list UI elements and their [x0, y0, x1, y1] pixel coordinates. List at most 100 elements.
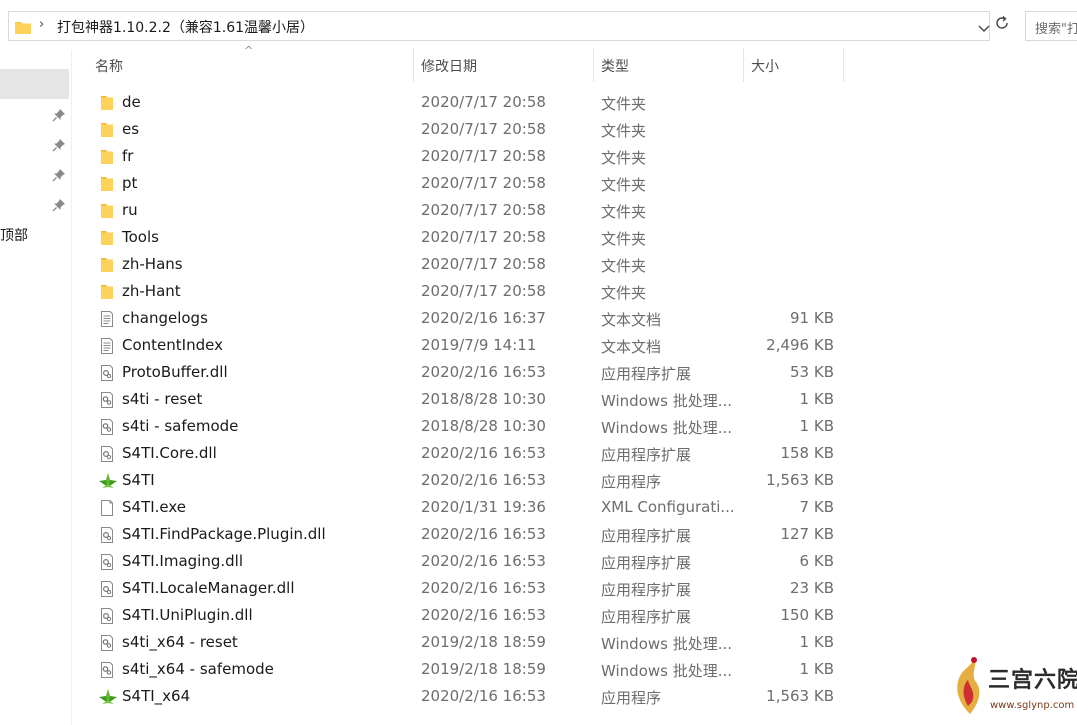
file-row[interactable]: zh-Hans 2020/7/17 20:58 文件夹	[88, 251, 848, 278]
search-placeholder: 搜索"打	[1035, 22, 1077, 37]
file-row[interactable]: s4ti - reset 2018/8/28 10:30 Windows 批处理..…	[88, 386, 848, 413]
refresh-button[interactable]	[991, 14, 1013, 38]
dll-icon	[98, 580, 116, 598]
file-size: 1 KB	[799, 417, 834, 435]
file-date: 2020/2/16 16:53	[421, 687, 546, 705]
file-date: 2020/2/16 16:53	[421, 579, 546, 597]
file-date: 2019/2/18 18:59	[421, 660, 546, 678]
folder-icon	[15, 19, 31, 38]
sort-ascending-icon: ^	[244, 44, 254, 57]
column-header-size[interactable]: 大小	[751, 56, 779, 76]
file-row[interactable]: ProtoBuffer.dll 2020/2/16 16:53 应用程序扩展 53 K…	[88, 359, 848, 386]
pin-icon[interactable]	[52, 197, 66, 212]
phoenix-logo-icon	[957, 657, 980, 714]
breadcrumb-current-folder[interactable]: 打包神器1.10.2.2（兼容1.61温馨小居）	[57, 17, 314, 37]
file-row[interactable]: S4TI 2020/2/16 16:53 应用程序 1,563 KB	[88, 467, 848, 494]
file-name: ContentIndex	[122, 336, 223, 354]
chevron-down-icon[interactable]	[977, 20, 991, 34]
column-header-name[interactable]: 名称	[95, 56, 123, 76]
pin-icon[interactable]	[52, 137, 66, 152]
file-name: zh-Hant	[122, 282, 181, 300]
file-size: 91 KB	[790, 309, 834, 327]
file-name: ProtoBuffer.dll	[122, 363, 228, 381]
file-name: fr	[122, 147, 134, 165]
file-row[interactable]: S4TI.FindPackage.Plugin.dll 2020/2/16 16:…	[88, 521, 848, 548]
column-separator[interactable]	[843, 48, 844, 82]
text-document-icon	[98, 310, 116, 328]
column-separator[interactable]	[743, 48, 744, 82]
file-row[interactable]: Tools 2020/7/17 20:58 文件夹	[88, 224, 848, 251]
file-date: 2019/2/18 18:59	[421, 633, 546, 651]
file-type: 文件夹	[601, 122, 647, 140]
file-type: 文件夹	[601, 203, 647, 221]
file-row[interactable]: S4TI.exe 2020/1/31 19:36 XML Configurati..…	[88, 494, 848, 521]
s4ti-app-icon	[98, 688, 117, 706]
file-name: S4TI.UniPlugin.dll	[122, 606, 253, 624]
file-row[interactable]: s4ti_x64 - reset 2019/2/18 18:59 Windows 批…	[88, 629, 848, 656]
breadcrumb-chevron-icon[interactable]: ›	[39, 17, 44, 32]
column-header-date[interactable]: 修改日期	[421, 56, 477, 76]
file-name: S4TI.FindPackage.Plugin.dll	[122, 525, 326, 543]
file-row[interactable]: S4TI.Core.dll 2020/2/16 16:53 应用程序扩展 158 KB	[88, 440, 848, 467]
file-size: 1,563 KB	[766, 687, 834, 705]
folder-icon	[98, 256, 116, 274]
file-date: 2020/2/16 16:53	[421, 471, 546, 489]
file-row[interactable]: s4ti_x64 - safemode 2019/2/18 18:59 Window…	[88, 656, 848, 683]
folder-icon	[98, 175, 116, 193]
file-row[interactable]: ru 2020/7/17 20:58 文件夹	[88, 197, 848, 224]
file-name: changelogs	[122, 309, 208, 327]
file-row[interactable]: es 2020/7/17 20:58 文件夹	[88, 116, 848, 143]
nav-item-label[interactable]: 顶部	[0, 225, 28, 245]
address-bar[interactable]: › 打包神器1.10.2.2（兼容1.61温馨小居）	[8, 11, 990, 41]
file-type: XML Configurati...	[601, 498, 735, 516]
file-date: 2020/2/16 16:53	[421, 525, 546, 543]
watermark-url: www.sglynp.com	[990, 700, 1075, 711]
file-row[interactable]: de 2020/7/17 20:58 文件夹	[88, 89, 848, 116]
column-separator[interactable]	[413, 48, 414, 82]
file-type: 文件夹	[601, 149, 647, 167]
file-name: pt	[122, 174, 138, 192]
nav-item-selected[interactable]	[0, 69, 69, 99]
folder-icon	[98, 229, 116, 247]
file-row[interactable]: S4TI.Imaging.dll 2020/2/16 16:53 应用程序扩展 6 K…	[88, 548, 848, 575]
file-date: 2020/2/16 16:53	[421, 363, 546, 381]
file-date: 2020/7/17 20:58	[421, 93, 546, 111]
file-type: 文件夹	[601, 176, 647, 194]
file-type: 应用程序	[601, 473, 662, 491]
file-date: 2018/8/28 10:30	[421, 390, 546, 408]
file-row[interactable]: zh-Hant 2020/7/17 20:58 文件夹	[88, 278, 848, 305]
folder-icon	[98, 148, 116, 166]
s4ti-app-icon	[98, 472, 117, 490]
column-header-type[interactable]: 类型	[601, 56, 629, 76]
file-row[interactable]: S4TI_x64 2020/2/16 16:53 应用程序 1,563 KB	[88, 683, 848, 710]
pin-icon[interactable]	[52, 107, 66, 122]
folder-icon	[98, 283, 116, 301]
file-type: 应用程序扩展	[601, 365, 692, 383]
file-date: 2020/7/17 20:58	[421, 282, 546, 300]
file-size: 53 KB	[790, 363, 834, 381]
dll-icon	[98, 445, 116, 463]
pin-icon[interactable]	[52, 167, 66, 182]
pane-divider[interactable]	[71, 50, 72, 725]
file-row[interactable]: changelogs 2020/2/16 16:37 文本文档 91 KB	[88, 305, 848, 332]
file-size: 2,496 KB	[766, 336, 834, 354]
file-size: 6 KB	[799, 552, 834, 570]
column-separator[interactable]	[593, 48, 594, 82]
dll-icon	[98, 553, 116, 571]
file-type: Windows 批处理...	[601, 635, 733, 653]
file-row[interactable]: S4TI.LocaleManager.dll 2020/2/16 16:53 应用程…	[88, 575, 848, 602]
file-type: 文件夹	[601, 284, 647, 302]
file-name: S4TI.Core.dll	[122, 444, 217, 462]
file-name: ru	[122, 201, 138, 219]
file-row[interactable]: fr 2020/7/17 20:58 文件夹	[88, 143, 848, 170]
file-type: 文件夹	[601, 230, 647, 248]
file-row[interactable]: S4TI.UniPlugin.dll 2020/2/16 16:53 应用程序扩展 1…	[88, 602, 848, 629]
file-row[interactable]: ContentIndex 2019/7/9 14:11 文本文档 2,496 KB	[88, 332, 848, 359]
file-row[interactable]: s4ti - safemode 2018/8/28 10:30 Windows 批处…	[88, 413, 848, 440]
file-type: 文本文档	[601, 338, 662, 356]
file-size: 1,563 KB	[766, 471, 834, 489]
watermark: 三宫六院 www.sglynp.com	[950, 652, 1077, 722]
file-row[interactable]: pt 2020/7/17 20:58 文件夹	[88, 170, 848, 197]
batch-file-icon	[98, 661, 116, 679]
search-input[interactable]: 搜索"打	[1025, 11, 1077, 41]
